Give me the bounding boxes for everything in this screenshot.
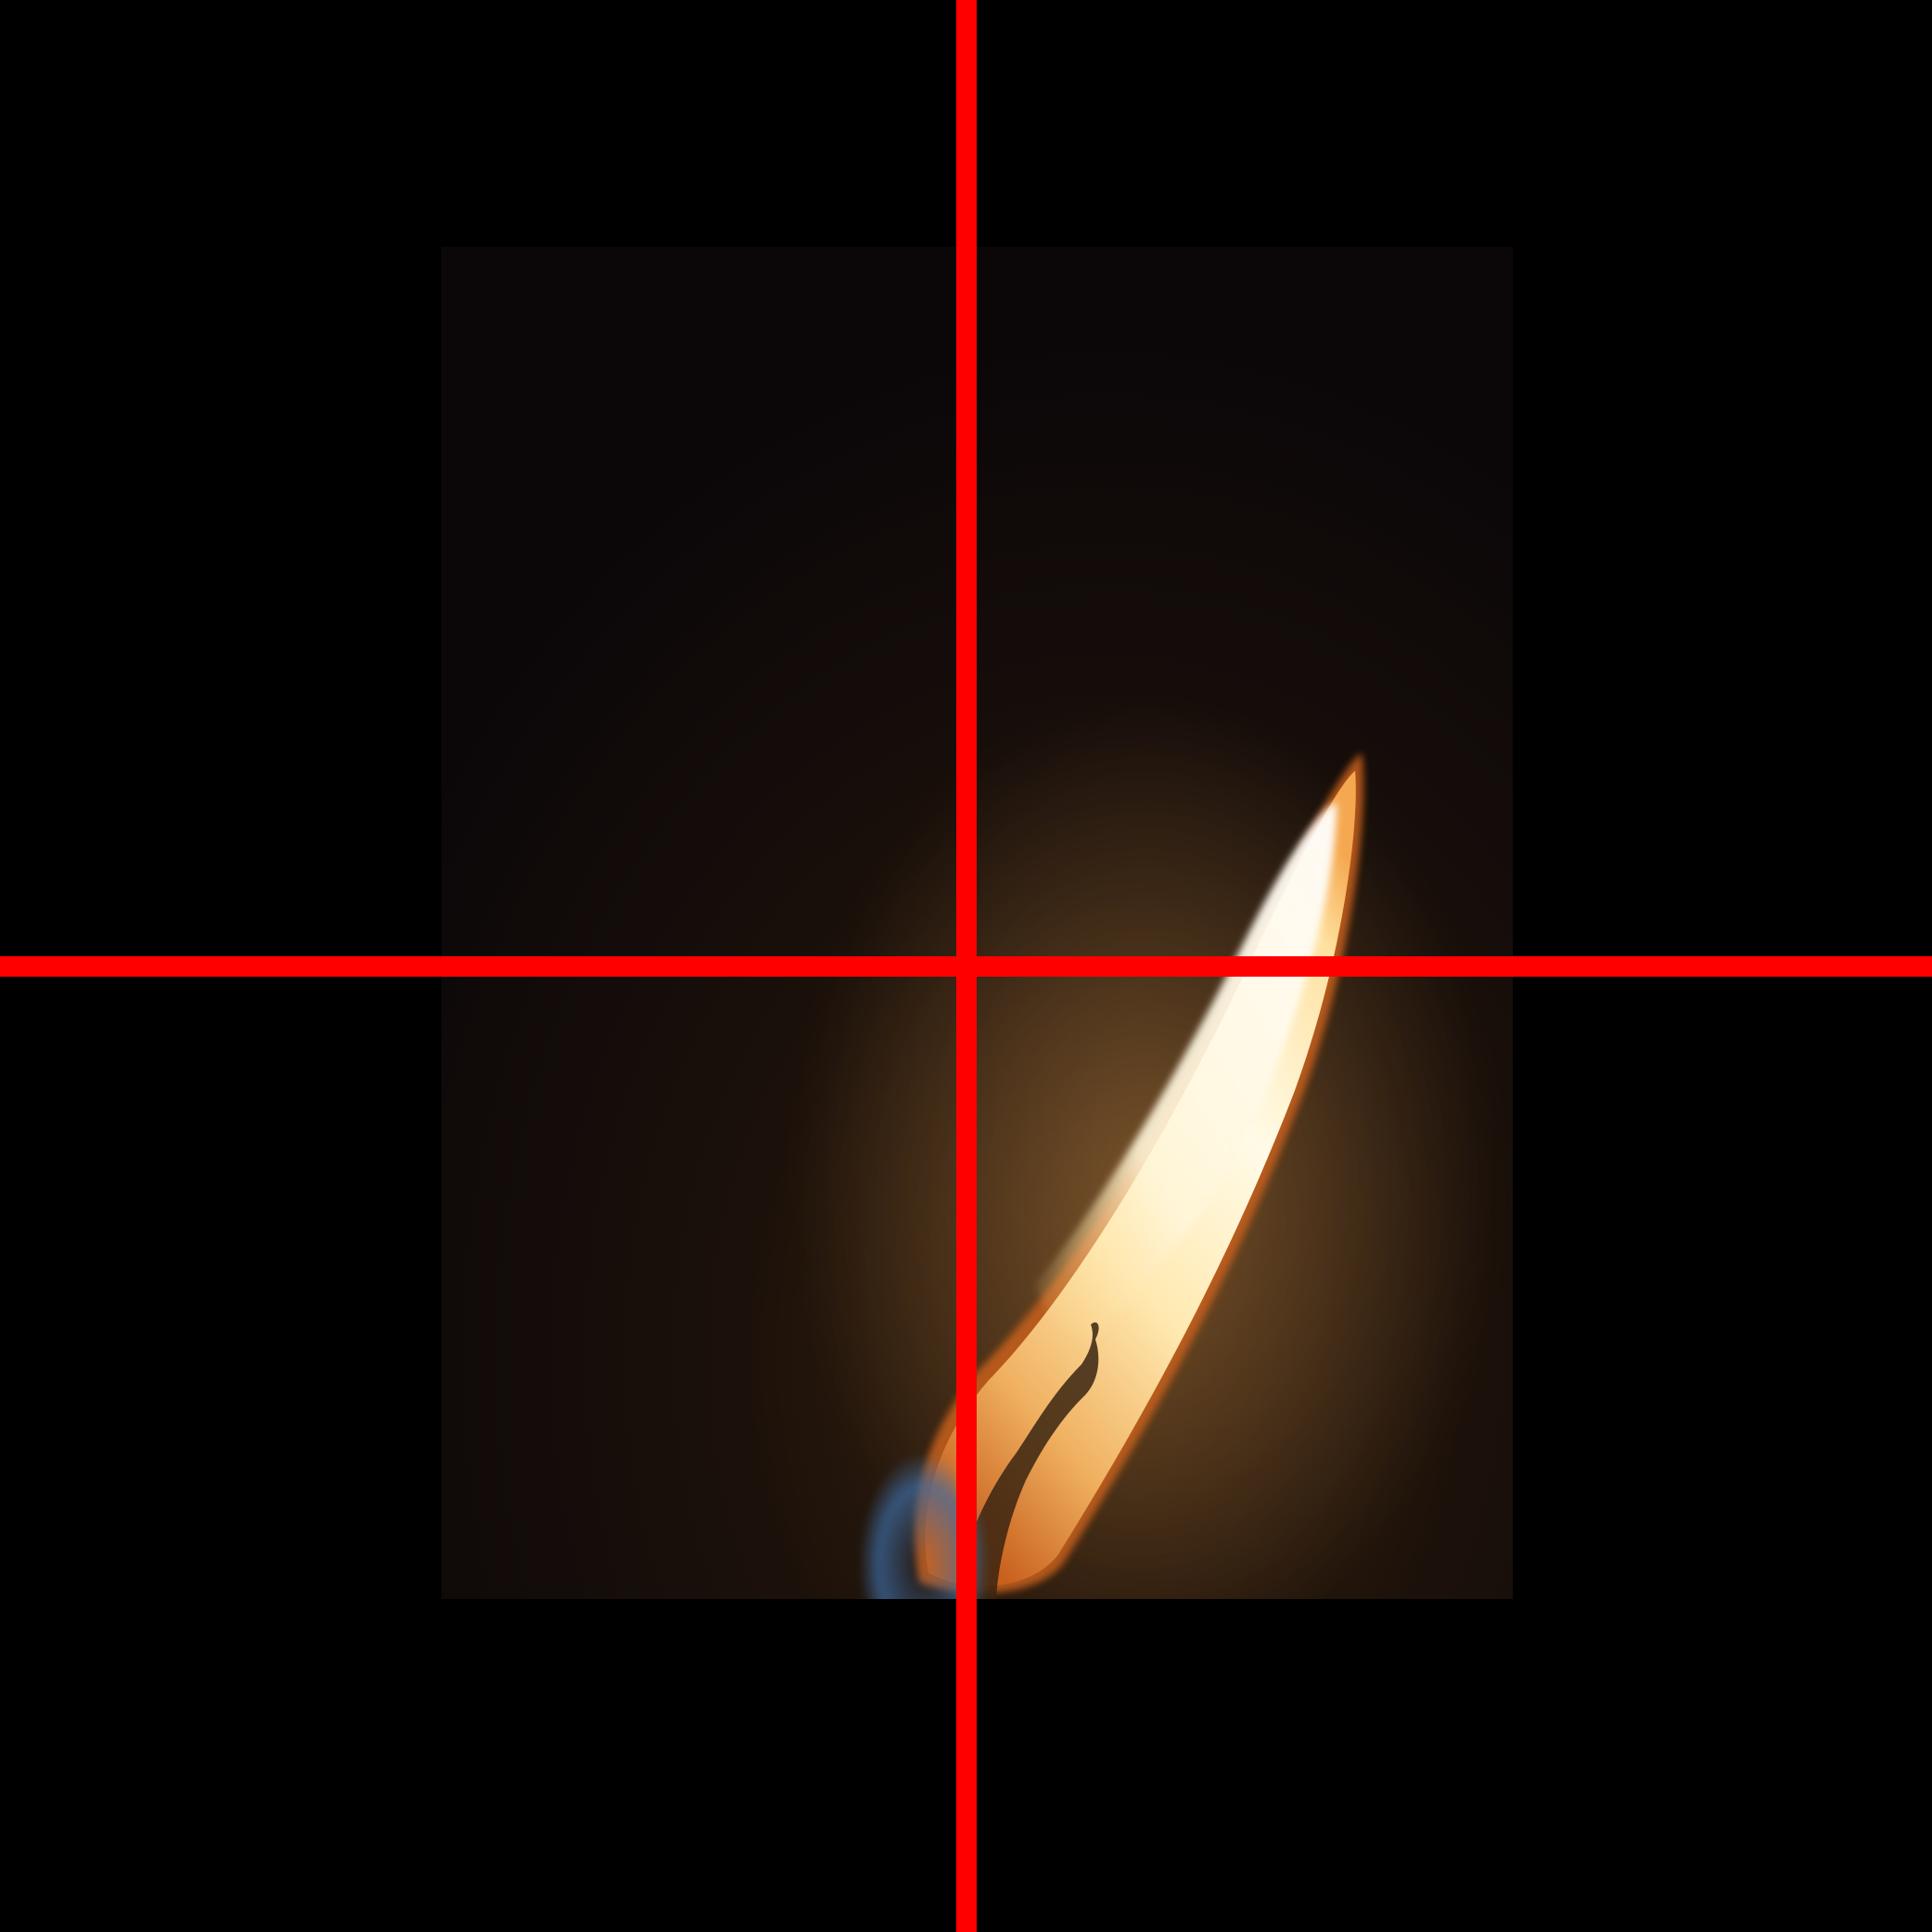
horizontal-guide-line (0, 956, 1932, 977)
candle-flame-photo (441, 247, 1513, 1599)
image-canvas (0, 0, 1932, 1932)
photo-svg (441, 247, 1513, 1599)
